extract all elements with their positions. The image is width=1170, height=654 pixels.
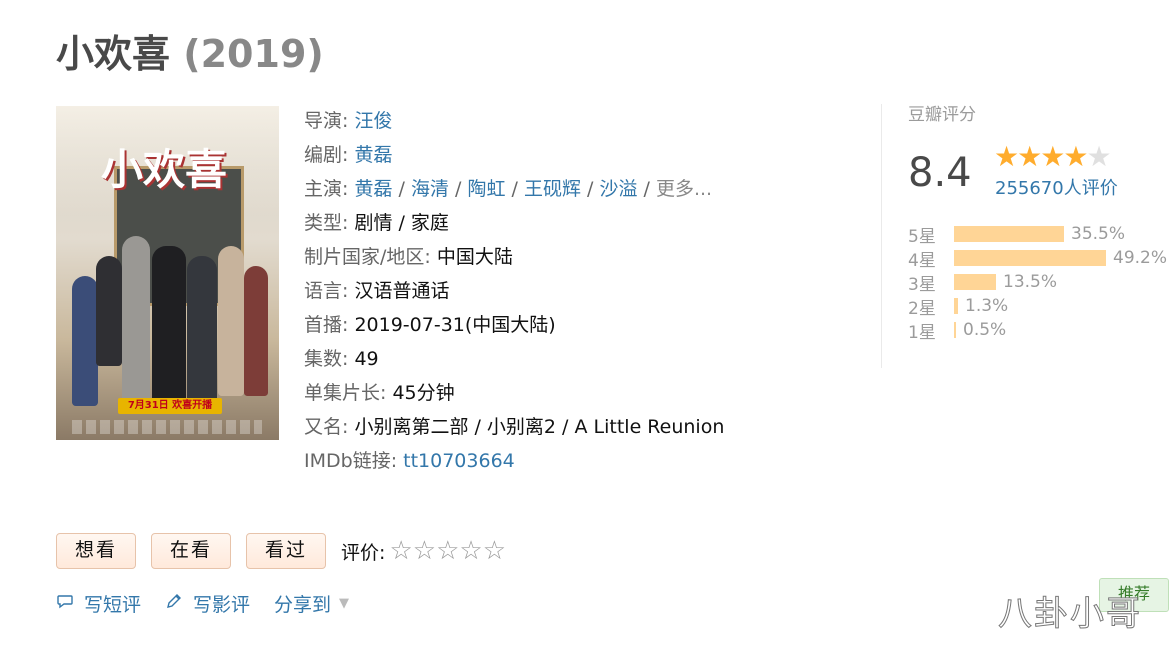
rating-votes-link[interactable]: 255670人评价 <box>995 174 1118 200</box>
episodes-value: 49 <box>354 348 379 370</box>
star-empty-icon: ★ <box>1086 140 1111 173</box>
watched-button[interactable]: 看过 <box>246 533 327 569</box>
write-short-review-link[interactable]: 写短评 <box>56 590 141 617</box>
row-cast: 主演: 黄磊 / 海清 / 陶虹 / 王砚辉 / 沙溢 / 更多... <box>304 178 713 200</box>
cast-link[interactable]: 王砚辉 <box>524 178 581 200</box>
cast-more-link[interactable]: 更多... <box>656 178 712 200</box>
rating-bar-row: 1星 0.5% <box>908 320 1007 343</box>
cast-link[interactable]: 海清 <box>411 178 449 200</box>
star-icon: ★ <box>1040 140 1065 173</box>
aka-value: 小别离第二部 / 小别离2 / A Little Reunion <box>354 416 725 438</box>
cast-link[interactable]: 黄磊 <box>354 178 392 200</box>
review-links: 写短评 写影评 分享到 ▼ <box>56 590 373 617</box>
info-panel: 导演: 汪俊 编剧: 黄磊 主演: 黄磊 / 海清 / 陶虹 / 王砚辉 / 沙… <box>304 104 724 478</box>
row-country: 制片国家/地区: 中国大陆 <box>304 246 513 268</box>
imdb-link[interactable]: tt10703664 <box>403 450 515 472</box>
rating-score: 8.4 <box>908 150 972 196</box>
poster-people <box>72 226 272 411</box>
rating-distribution: 5星 35.5% 4星 49.2% 3星 13.5% 2星 1.3% 1星 0.… <box>908 222 1168 343</box>
director-link[interactable]: 汪俊 <box>354 110 392 132</box>
rating-bar <box>954 298 958 314</box>
cast-link[interactable]: 陶虹 <box>467 178 505 200</box>
rate-label: 评价: <box>341 541 386 564</box>
language-value: 汉语普通话 <box>354 280 450 302</box>
row-runtime: 单集片长: 45分钟 <box>304 382 455 404</box>
chevron-down-icon: ▼ <box>339 596 350 611</box>
comment-icon <box>56 592 74 615</box>
country-value: 中国大陆 <box>436 246 513 268</box>
cast-link[interactable]: 沙溢 <box>599 178 637 200</box>
poster-credits <box>72 420 262 434</box>
rating-bar-row: 4星 49.2% <box>908 248 1168 271</box>
rating-bar-row: 5星 35.5% <box>908 224 1126 247</box>
poster-badge: 7月31日 欢喜开播 <box>118 398 222 414</box>
premiere-value: 2019-07-31(中国大陆) <box>354 314 556 336</box>
row-imdb: IMDb链接: tt10703664 <box>304 450 515 472</box>
pencil-icon <box>165 592 183 615</box>
row-writer: 编剧: 黄磊 <box>304 144 393 166</box>
poster-image[interactable]: 小欢喜 7月31日 欢喜开播 <box>56 106 279 440</box>
rate-stars-input[interactable]: ☆☆☆☆☆ <box>389 536 506 566</box>
row-genre: 类型: 剧情 / 家庭 <box>304 212 449 234</box>
star-icon: ★ <box>1063 140 1088 173</box>
rating-stars: ★★★★★ <box>994 140 1112 173</box>
rating-bar-row: 3星 13.5% <box>908 272 1058 295</box>
writer-link[interactable]: 黄磊 <box>354 144 392 166</box>
title-name: 小欢喜 <box>56 32 171 76</box>
rating-bar <box>954 226 1064 242</box>
row-language: 语言: 汉语普通话 <box>304 280 450 302</box>
row-episodes: 集数: 49 <box>304 348 379 370</box>
rating-panel: 豆瓣评分 8.4 ★★★★★ 255670人评价 5星 35.5% 4星 49.… <box>881 104 1167 368</box>
watermark: 八卦小哥 <box>998 594 1142 635</box>
title-year: (2019) <box>183 32 324 76</box>
rating-bar <box>954 274 996 290</box>
row-director: 导演: 汪俊 <box>304 110 393 132</box>
genre-value: 剧情 / 家庭 <box>354 212 449 234</box>
row-aka: 又名: 小别离第二部 / 小别离2 / A Little Reunion <box>304 416 725 438</box>
poster-logo: 小欢喜 <box>101 145 228 194</box>
rating-bar <box>954 322 956 338</box>
want-to-watch-button[interactable]: 想看 <box>56 533 137 569</box>
write-review-link[interactable]: 写影评 <box>165 590 250 617</box>
rating-bar-row: 2星 1.3% <box>908 296 1009 319</box>
rating-label: 豆瓣评分 <box>908 105 976 125</box>
star-icon: ★ <box>1017 140 1042 173</box>
runtime-value: 45分钟 <box>392 382 455 404</box>
watching-button[interactable]: 在看 <box>151 533 232 569</box>
page-title: 小欢喜 (2019) <box>56 26 324 82</box>
rating-bar <box>954 250 1106 266</box>
row-premiere: 首播: 2019-07-31(中国大陆) <box>304 314 556 336</box>
action-bar: 想看 在看 看过 评价: ☆☆☆☆☆ <box>56 533 506 569</box>
star-icon: ★ <box>994 140 1019 173</box>
share-dropdown[interactable]: 分享到 ▼ <box>274 590 349 617</box>
